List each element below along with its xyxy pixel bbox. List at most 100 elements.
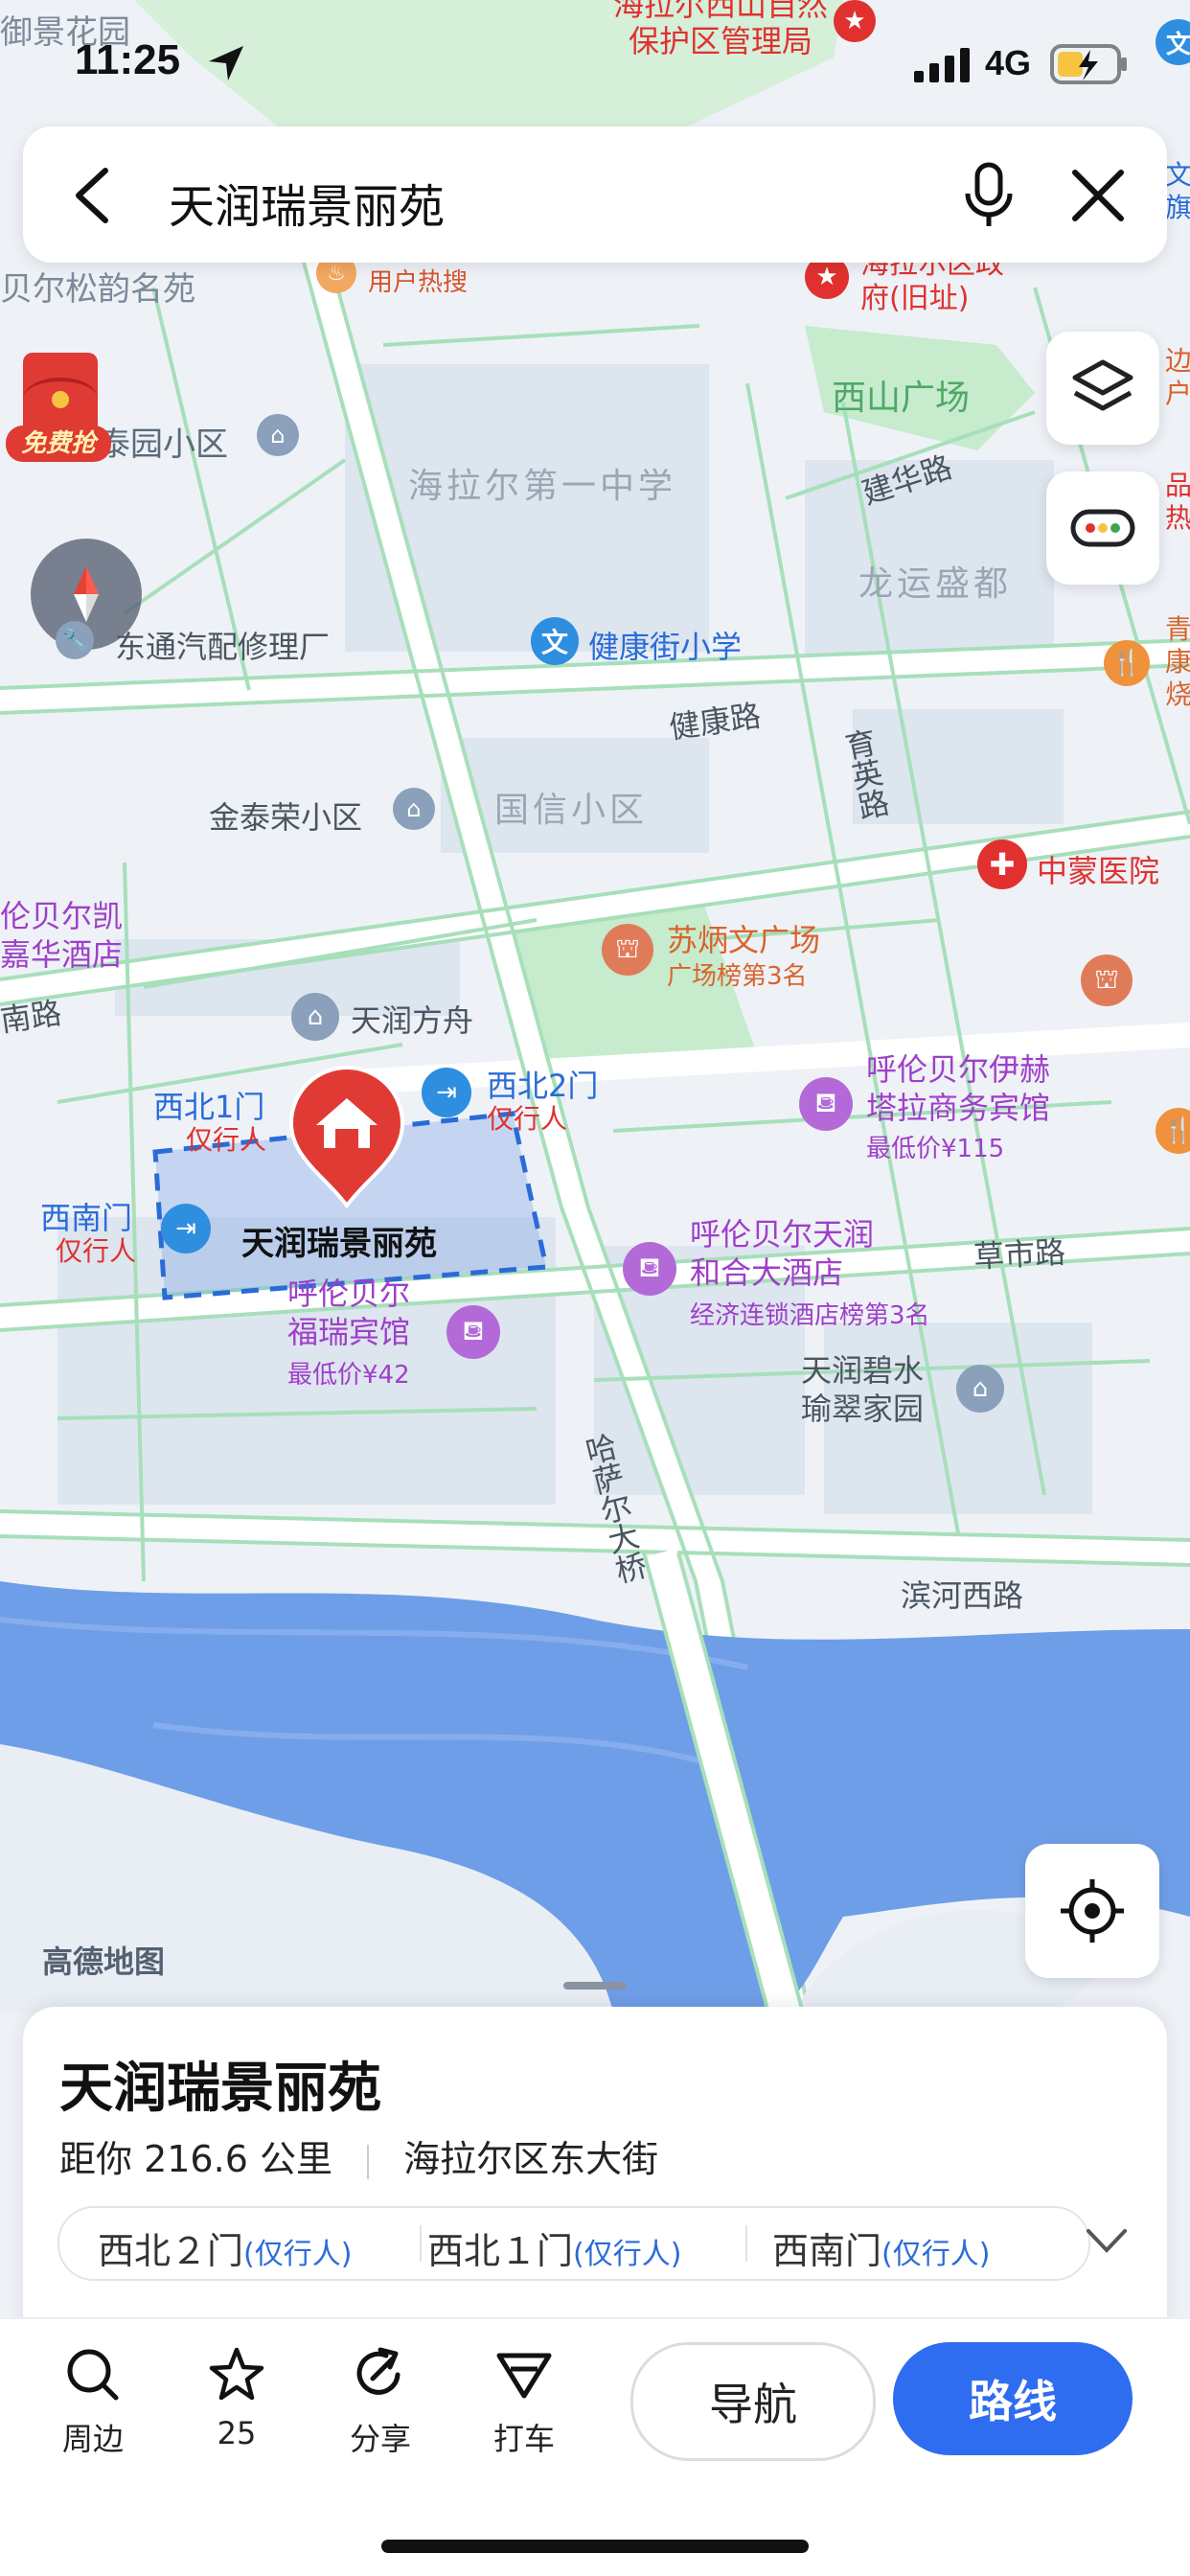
red-packet-label: 免费抢 — [6, 426, 111, 462]
tool-repair-icon[interactable]: 🔧 — [56, 621, 94, 659]
label-songyun[interactable]: 贝尔松韵名苑 — [0, 263, 195, 310]
network-type: 4G — [985, 43, 1032, 82]
gate-name: 西南门 — [772, 2230, 882, 2272]
label-caoshi-road: 草市路 — [973, 1233, 1067, 1276]
poi-subtitle: 距你 216.6 公里 海拉尔区东大街 — [59, 2129, 658, 2182]
red-packet-promo[interactable]: 免费抢 — [6, 353, 111, 466]
taiyuan-home-icon[interactable]: ⌂ — [257, 414, 299, 456]
search-bar[interactable]: 天润瑞景丽苑 — [23, 126, 1167, 263]
gate-sw-icon[interactable]: ⇥ — [161, 1204, 211, 1254]
back-arrow-icon[interactable] — [65, 165, 123, 226]
target-location-pin[interactable] — [287, 1066, 406, 1209]
label-taiyuan[interactable]: 泰园小区 — [98, 418, 228, 465]
label-dongtong[interactable]: 东通汽配修理厂 — [115, 623, 330, 667]
bottom-toolbar: 周边 25 分享 打车 导航 路线 — [0, 2317, 1190, 2576]
hospital-icon[interactable]: ✚ — [977, 840, 1027, 889]
label-jintairong[interactable]: 金泰荣小区 — [209, 794, 362, 838]
label-furui-price: 最低价¥42 — [287, 1361, 410, 1390]
sheet-drag-handle[interactable] — [563, 1982, 627, 1990]
divider — [420, 2225, 422, 2262]
layers-button[interactable] — [1046, 332, 1159, 445]
label-kaijia[interactable]: 伦贝尔凯 嘉华酒店 — [0, 897, 123, 974]
locate-me-button[interactable] — [1025, 1844, 1159, 1978]
plaza-icon[interactable]: ⛫ — [602, 924, 653, 976]
status-time: 11:25 — [75, 36, 181, 83]
divider — [0, 2317, 1190, 2319]
share-button[interactable]: 分享 — [328, 2346, 433, 2459]
fangzhou-home-icon[interactable]: ⌂ — [291, 993, 339, 1041]
label-bishui[interactable]: 天润碧水 瑜翠家园 — [801, 1351, 924, 1428]
label-binhe-road: 滨河西路 — [901, 1577, 1024, 1614]
favorite-count: 25 — [217, 2415, 257, 2451]
label-xishan-square[interactable]: 西山广场 — [832, 370, 970, 420]
label-gate-nw1-ped: 仅行人 — [186, 1124, 267, 1156]
label-right-edge-3: 青 康 烧 — [1165, 613, 1190, 710]
label-subingwen-rank: 广场榜第3名 — [667, 962, 808, 991]
label-no1-school[interactable]: 海拉尔第一中学 — [408, 458, 676, 508]
gate-chip[interactable]: 西北２门(仅行人) — [98, 2221, 352, 2274]
label-yiheta-price: 最低价¥115 — [866, 1135, 1005, 1163]
status-bar: 11:25 4G 文 — [0, 0, 1190, 125]
jintairong-home-icon[interactable]: ⌂ — [393, 788, 435, 830]
toolbox-icon — [1070, 509, 1135, 547]
search-query[interactable]: 天润瑞景丽苑 — [169, 169, 445, 236]
label-tianrun-fangzhou[interactable]: 天润方舟 — [351, 997, 473, 1041]
label-right-edge-top: 文 旗 — [1165, 159, 1190, 223]
restaurant-icon[interactable]: 🍴 — [1104, 640, 1150, 686]
label-longyun[interactable]: 龙运盛都 — [858, 556, 1012, 606]
nearby-label: 周边 — [61, 2421, 124, 2457]
poi-title: 天润瑞景丽苑 — [59, 2058, 381, 2120]
label-right-edge-2: 品 热 — [1165, 470, 1190, 534]
locate-icon — [1061, 1879, 1124, 1943]
bishui-home-icon[interactable]: ⌂ — [956, 1365, 1004, 1413]
taxi-icon — [496, 2353, 552, 2399]
chevron-down-icon[interactable] — [1083, 2223, 1131, 2258]
label-gate-nw2-ped: 仅行人 — [487, 1103, 568, 1135]
right-plaza-icon[interactable]: ⛫ — [1081, 954, 1133, 1006]
gate-tag: (仅行人) — [573, 2238, 682, 2271]
label-jiankangjie-school[interactable]: 健康街小学 — [588, 623, 742, 667]
poi-address: 海拉尔区东大街 — [403, 2138, 659, 2180]
label-zhongmeng[interactable]: 中蒙医院 — [1037, 847, 1159, 891]
gate-nw2-icon[interactable]: ⇥ — [422, 1068, 471, 1117]
label-subingwen[interactable]: 苏炳文广场 — [667, 916, 820, 960]
star-icon — [209, 2347, 264, 2401]
home-indicator[interactable] — [381, 2540, 809, 2553]
furui-hotel-icon[interactable]: ⛾ — [446, 1305, 500, 1359]
tianrun-hotel-icon[interactable]: ⛾ — [623, 1242, 676, 1296]
layers-icon — [1072, 359, 1133, 411]
gate-list[interactable]: 西北２门(仅行人) 西北１门(仅行人) 西南门(仅行人) — [57, 2206, 1090, 2281]
label-furui[interactable]: 呼伦贝尔 福瑞宾馆 — [287, 1275, 410, 1351]
route-button[interactable]: 路线 — [893, 2342, 1133, 2455]
more-tools-button[interactable] — [1046, 472, 1159, 585]
navigate-button[interactable]: 导航 — [630, 2342, 876, 2461]
label-tianrun-hotel[interactable]: 呼伦贝尔天润 和合大酒店 — [690, 1215, 874, 1292]
close-icon[interactable] — [1069, 167, 1127, 224]
label-guoxin[interactable]: 国信小区 — [494, 782, 648, 832]
gate-tag: (仅行人) — [881, 2238, 991, 2271]
location-arrow-icon — [209, 46, 243, 80]
top-right-poi-icon[interactable]: 文 — [1156, 19, 1190, 65]
gate-chip[interactable]: 西北１门(仅行人) — [427, 2221, 681, 2274]
poi-distance: 距你 216.6 公里 — [59, 2138, 332, 2180]
battery-charging-icon — [1050, 44, 1127, 84]
gate-name: 西北２门 — [98, 2230, 244, 2272]
taxi-button[interactable]: 打车 — [471, 2346, 577, 2459]
nearby-button[interactable]: 周边 — [40, 2346, 146, 2459]
gate-name: 西北１门 — [427, 2230, 574, 2272]
share-icon — [356, 2347, 400, 2395]
microphone-icon[interactable] — [962, 161, 1016, 230]
divider — [367, 2144, 370, 2179]
label-yiheta[interactable]: 呼伦贝尔伊赫 塔拉商务宾馆 — [866, 1050, 1050, 1127]
label-gate-sw-ped: 仅行人 — [56, 1235, 137, 1267]
search-icon — [67, 2349, 119, 2401]
school-icon[interactable]: 文 — [531, 617, 579, 665]
gate-chip[interactable]: 西南门(仅行人) — [772, 2221, 990, 2274]
taxi-label: 打车 — [492, 2421, 555, 2457]
amap-logo: 高德地图 — [42, 1944, 166, 1980]
label-nan-road: 南路 — [0, 994, 64, 1040]
favorite-button[interactable]: 25 — [184, 2346, 289, 2451]
hot-search-tag: 用户热搜 — [368, 268, 469, 297]
label-target[interactable]: 天润瑞景丽苑 — [241, 1217, 437, 1264]
yiheta-hotel-icon[interactable]: ⛾ — [799, 1077, 853, 1131]
